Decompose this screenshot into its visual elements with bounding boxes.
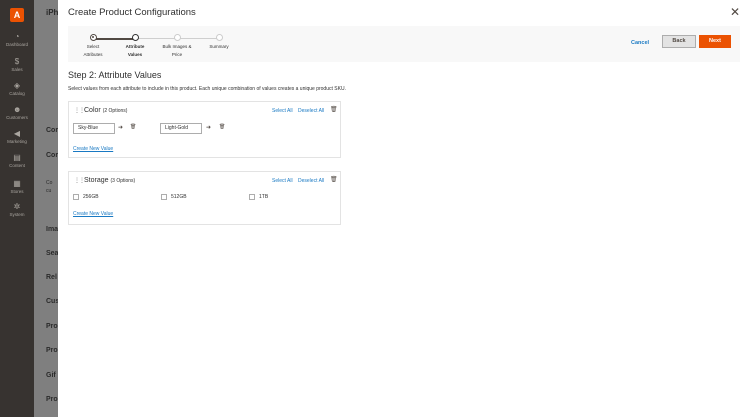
bg-section-heading: Sea [46, 250, 59, 257]
sidebar-item-stores[interactable]: ▦ Stores [0, 179, 34, 195]
step-title: Step 2: Attribute Values [68, 70, 162, 80]
bg-section-heading: Rel [46, 274, 57, 281]
bg-text: cu [46, 188, 52, 194]
wizard-step-summary[interactable]: Summary [199, 34, 239, 49]
wizard-step-attribute-values[interactable]: Attribute Values [115, 34, 155, 57]
close-icon[interactable]: ✕ [730, 5, 740, 19]
step-pending-icon [215, 34, 223, 41]
bg-section-heading: Pro [46, 347, 58, 354]
trash-icon[interactable]: 🗑 [330, 176, 338, 183]
content-icon: ▤ [13, 153, 21, 162]
bg-section-heading: Cor [46, 152, 59, 159]
step-active-icon [131, 34, 139, 41]
back-button[interactable]: Back [662, 35, 696, 48]
step-pending-icon [173, 34, 181, 41]
value-input-sky-blue[interactable]: Sky-Blue [73, 123, 115, 134]
checkbox[interactable] [161, 194, 167, 200]
dashboard-icon: ◔ [14, 32, 20, 41]
checkbox[interactable] [249, 194, 255, 200]
customers-icon: ☻ [13, 105, 22, 114]
deselect-all-link[interactable]: Deselect All [298, 178, 324, 184]
cancel-button[interactable]: Cancel [631, 40, 649, 46]
select-all-link[interactable]: Select All [272, 108, 293, 114]
sidebar-item-content[interactable]: ▤ Content [0, 153, 34, 169]
select-all-link[interactable]: Select All [272, 178, 293, 184]
sidebar-item-dashboard[interactable]: ◔ Dashboard [0, 32, 34, 48]
attribute-panel-storage: ⋮⋮ Storage (3 Options) Select All Desele… [68, 171, 341, 225]
sidebar-item-catalog[interactable]: ◈ Catalog [0, 81, 34, 97]
wizard-step-bulk-images-price[interactable]: Bulk Images & Price [157, 34, 197, 57]
bg-section-heading: Pro [46, 323, 58, 330]
bg-section-heading: Pro [46, 396, 58, 403]
bg-page-title: iPh [46, 8, 59, 17]
sales-icon: $ [14, 57, 20, 66]
option-checkbox-256gb[interactable]: 256GB [73, 194, 99, 200]
bg-text: Co [46, 180, 53, 186]
create-new-value-link[interactable]: Create New Value [73, 211, 113, 217]
bg-section-heading: Ima [46, 226, 59, 233]
attribute-option-count: (3 Options) [110, 178, 136, 184]
trash-icon[interactable]: 🗑 [130, 124, 136, 130]
product-configuration-modal: Create Product Configurations ✕ Select A… [58, 0, 750, 417]
admin-sidebar: A ◔ Dashboard $ Sales ◈ Catalog ☻ Custom… [0, 0, 34, 417]
attribute-name: Storage [84, 177, 109, 184]
arrow-right-icon[interactable]: ➜ [206, 124, 211, 131]
sidebar-item-customers[interactable]: ☻ Customers [0, 105, 34, 121]
attribute-name: Color [84, 107, 101, 114]
drag-handle-icon[interactable]: ⋮⋮ [74, 177, 85, 184]
next-button[interactable]: Next [699, 35, 731, 48]
modal-title: Create Product Configurations [68, 7, 196, 18]
catalog-icon: ◈ [13, 81, 21, 90]
deselect-all-link[interactable]: Deselect All [298, 108, 324, 114]
stores-icon: ▦ [13, 179, 21, 188]
attribute-option-count: (2 Options) [102, 108, 128, 114]
arrow-right-icon[interactable]: ➜ [118, 124, 123, 131]
sidebar-item-sales[interactable]: $ Sales [0, 57, 34, 73]
wizard-step-select-attributes[interactable]: Select Attributes [73, 34, 113, 57]
option-checkbox-1tb[interactable]: 1TB [249, 194, 268, 200]
value-input-light-gold[interactable]: Light-Gold [160, 123, 202, 134]
option-checkbox-512gb[interactable]: 512GB [161, 194, 187, 200]
marketing-icon: ◀ [13, 129, 21, 138]
bg-section-heading: Cor [46, 127, 59, 134]
step-description: Select values from each attribute to inc… [68, 86, 346, 92]
checkbox[interactable] [73, 194, 79, 200]
sidebar-item-marketing[interactable]: ◀ Marketing [0, 129, 34, 145]
sidebar-item-system[interactable]: ✲ System [0, 202, 34, 218]
step-done-icon [89, 34, 97, 41]
trash-icon[interactable]: 🗑 [330, 106, 338, 113]
create-new-value-link[interactable]: Create New Value [73, 146, 113, 152]
bg-section-heading: Gif [46, 372, 56, 379]
magento-logo[interactable]: A [10, 8, 24, 22]
attribute-panel-color: ⋮⋮ Color (2 Options) Select All Deselect… [68, 101, 341, 158]
trash-icon[interactable]: 🗑 [219, 124, 225, 130]
system-icon: ✲ [13, 202, 21, 211]
drag-handle-icon[interactable]: ⋮⋮ [74, 107, 85, 114]
